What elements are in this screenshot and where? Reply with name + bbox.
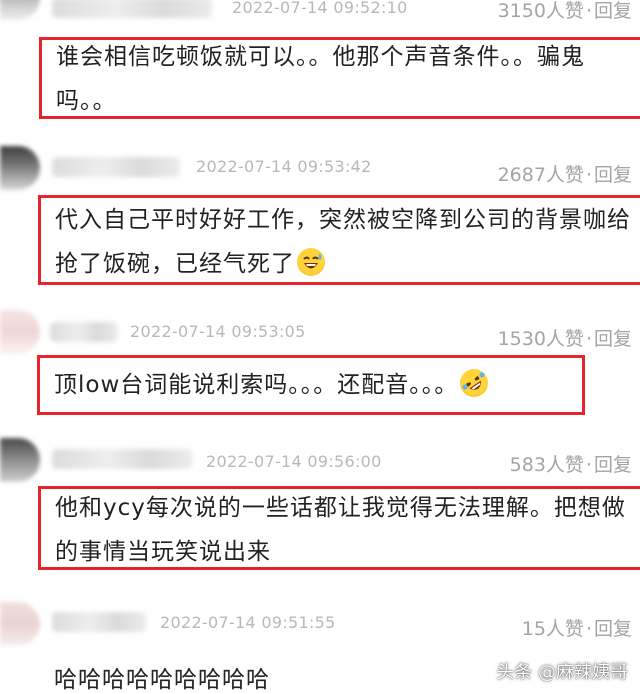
- reply-button[interactable]: 回复: [594, 328, 632, 350]
- avatar[interactable]: [0, 146, 40, 190]
- highlight-box: 代入自己平时好好工作，突然被空降到公司的背景咖给抢了饭碗，已经气死了: [38, 195, 640, 285]
- separator: ·: [585, 454, 592, 476]
- username-blurred[interactable]: [52, 449, 192, 469]
- sweat-smile-emoji: [297, 248, 325, 276]
- comment-text: 顶low台词能说利索吗。。。还配音。。。: [54, 363, 578, 407]
- highlight-box: 顶low台词能说利索吗。。。还配音。。。: [37, 355, 585, 415]
- like-count[interactable]: 15人赞: [522, 618, 584, 640]
- like-count[interactable]: 3150人赞: [498, 0, 584, 22]
- reply-button[interactable]: 回复: [594, 164, 632, 186]
- like-count[interactable]: 583人赞: [510, 454, 584, 476]
- avatar[interactable]: [0, 310, 40, 354]
- separator: ·: [585, 164, 592, 186]
- username-blurred[interactable]: [50, 322, 118, 342]
- watermark: 头条 @麻辣姨哥: [496, 662, 628, 683]
- reply-button[interactable]: 回复: [594, 618, 632, 640]
- separator: ·: [585, 0, 592, 22]
- comment-text: 谁会相信吃顿饭就可以。。他那个声音条件。。骗鬼吗。。: [56, 44, 585, 114]
- comment-timestamp: 2022-07-14 09:52:10: [232, 0, 408, 17]
- avatar[interactable]: [0, 0, 40, 20]
- comment-actions: 3150人赞 · 回复: [498, 0, 632, 23]
- comment-text: 代入自己平时好好工作，突然被空降到公司的背景咖给抢了饭碗，已经气死了: [55, 207, 631, 277]
- separator: ·: [585, 618, 592, 640]
- username-blurred[interactable]: [52, 612, 146, 632]
- username-blurred[interactable]: [52, 157, 180, 177]
- comment-actions: 15人赞 · 回复: [522, 614, 632, 641]
- like-count[interactable]: 2687人赞: [498, 164, 584, 186]
- comment-timestamp: 2022-07-14 09:56:00: [206, 452, 382, 471]
- rolling-laugh-emoji: [460, 369, 489, 397]
- separator: ·: [585, 328, 592, 350]
- avatar[interactable]: [0, 438, 40, 482]
- reply-button[interactable]: 回复: [594, 0, 632, 22]
- comment-timestamp: 2022-07-14 09:51:55: [160, 613, 336, 632]
- comment-text: 他和ycy每次说的一些话都让我觉得无法理解。把想做的事情当玩笑说出来: [55, 495, 626, 565]
- comment-actions: 583人赞 · 回复: [510, 450, 632, 477]
- avatar[interactable]: [0, 602, 40, 646]
- reply-button[interactable]: 回复: [594, 454, 632, 476]
- username-blurred[interactable]: [52, 0, 212, 18]
- comment-timestamp: 2022-07-14 09:53:05: [130, 322, 306, 341]
- highlight-box: 谁会相信吃顿饭就可以。。他那个声音条件。。骗鬼吗。。: [39, 37, 640, 119]
- highlight-box: 他和ycy每次说的一些话都让我觉得无法理解。把想做的事情当玩笑说出来: [38, 486, 640, 570]
- comment-text: 哈哈哈哈哈哈哈哈哈: [54, 667, 270, 693]
- comment-actions: 2687人赞 · 回复: [498, 160, 632, 187]
- like-count[interactable]: 1530人赞: [498, 328, 584, 350]
- comment-actions: 1530人赞 · 回复: [498, 324, 632, 351]
- comment-timestamp: 2022-07-14 09:53:42: [196, 157, 372, 176]
